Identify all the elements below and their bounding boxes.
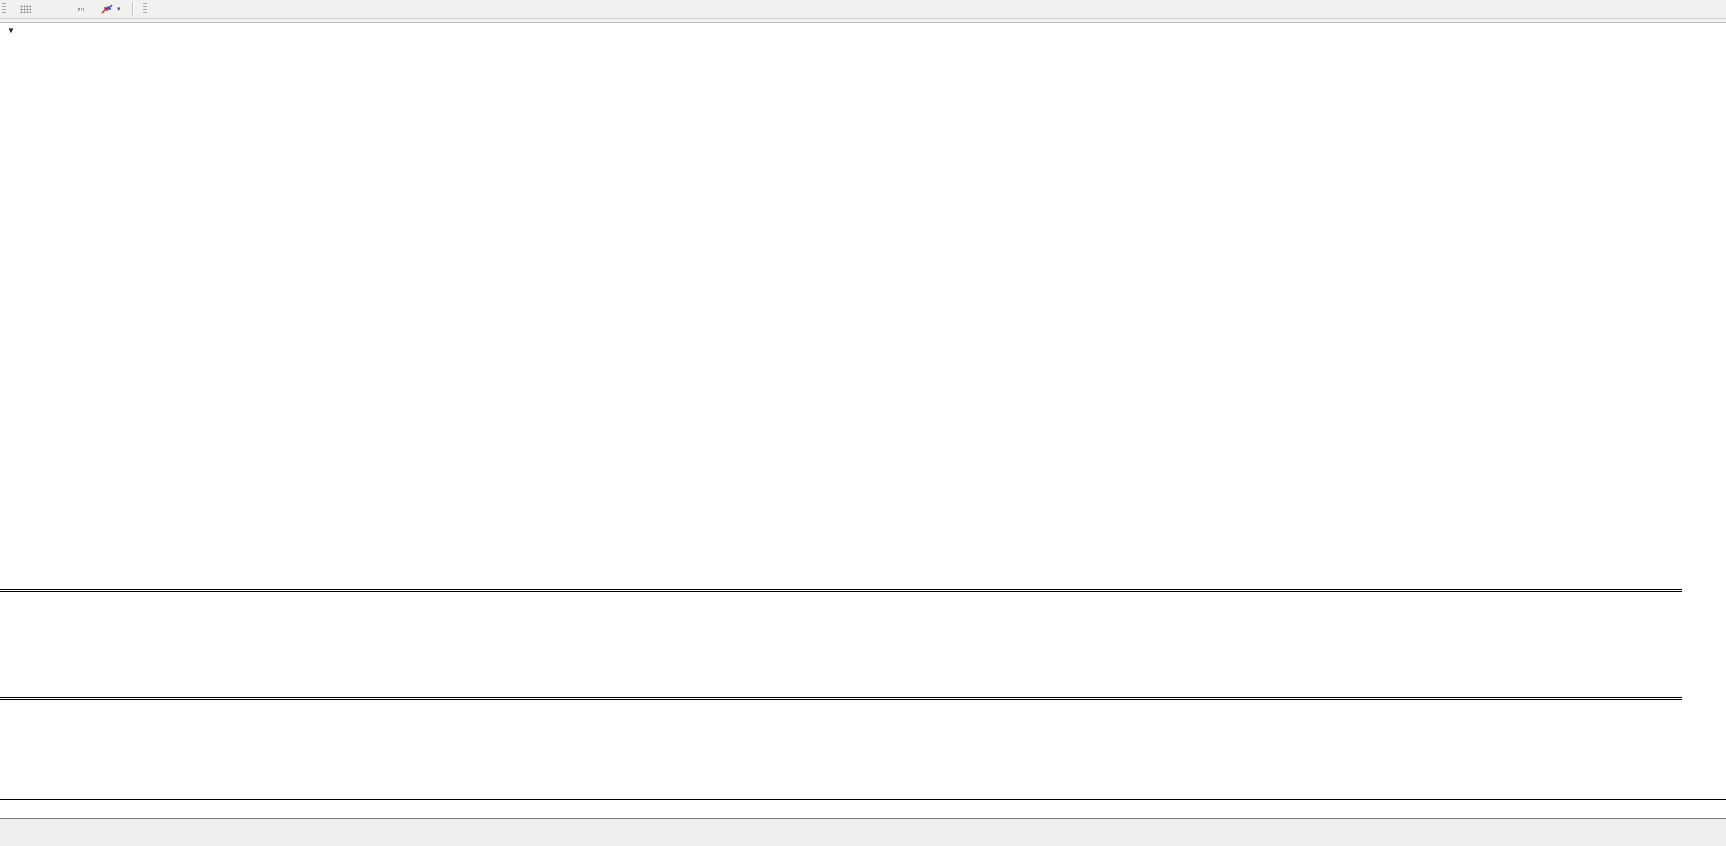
window-bottom-strip [0,842,1726,846]
draw-objects-icon[interactable]: ▾ [96,1,125,17]
collapse-arrow-icon[interactable]: ▼ [7,26,15,35]
toolbar-edge [0,19,1726,23]
panel-divider[interactable] [0,591,1682,592]
toolbar-drag-handle[interactable] [2,3,6,15]
indicator-properties-icon[interactable] [12,1,38,17]
toolbar: ▾ [0,0,1726,19]
arrows-icon [101,4,113,14]
text-annotation-icon[interactable] [40,1,66,17]
chevron-down-icon: ▾ [117,6,121,13]
panel-divider[interactable] [0,589,1682,590]
date-axis-top-border [0,799,1726,800]
text-label-icon[interactable] [68,1,94,17]
chart-title: ▼ [7,26,46,35]
metatrader-window: ▾ ▼ [0,0,1726,846]
panel-divider[interactable] [0,699,1682,700]
toolbar-drag-handle[interactable] [142,3,147,15]
grid-icon [19,5,31,13]
toolbar-separator [131,2,134,16]
chart-canvas[interactable] [0,0,1726,846]
chart-tabs-bar [0,818,1726,843]
panel-divider[interactable] [0,697,1682,698]
